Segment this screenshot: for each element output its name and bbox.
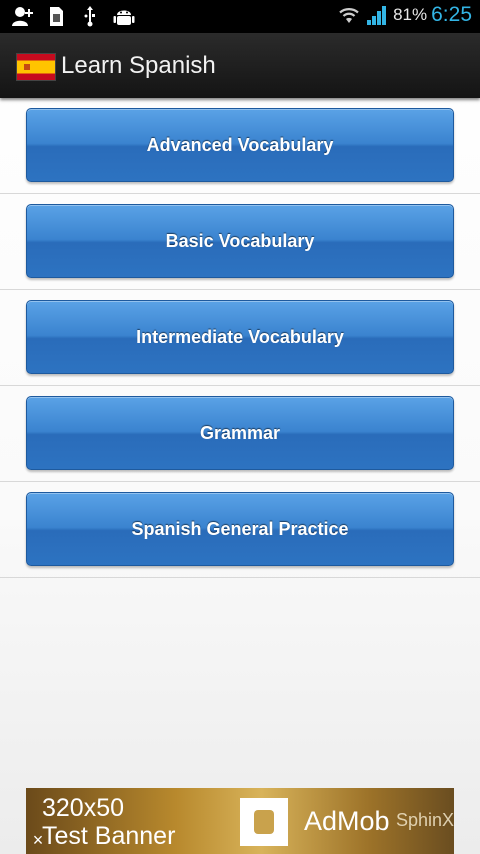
app-title: Learn Spanish [61,52,216,79]
cell-signal-icon [367,6,387,25]
usb-icon [84,6,95,27]
android-debug-icon [113,10,135,25]
battery-percent: 81% [393,5,428,24]
menu-list: Advanced Vocabulary Basic Vocabulary Int… [0,98,480,578]
advanced-vocabulary-button[interactable]: Advanced Vocabulary [26,108,454,182]
wifi-icon [339,8,359,23]
admob-logo-icon [240,798,288,846]
notification-icons [10,4,136,28]
ad-brand: AdMob [304,806,390,836]
list-item: Spanish General Practice [0,482,480,578]
grammar-button[interactable]: Grammar [26,396,454,470]
ad-size-text: 320x50 [42,794,125,822]
list-item: Intermediate Vocabulary [0,290,480,386]
action-bar: Learn Spanish [0,33,480,98]
list-item: Basic Vocabulary [0,194,480,290]
ad-extra-text: SphinX [396,810,454,830]
list-item: Advanced Vocabulary [0,98,480,194]
list-item: Grammar [0,386,480,482]
basic-vocabulary-button[interactable]: Basic Vocabulary [26,204,454,278]
ad-banner[interactable]: 320x50 Test Banner × AdMob SphinX [26,788,454,854]
system-icons: 81% 6:25 [337,3,472,27]
spanish-general-practice-button[interactable]: Spanish General Practice [26,492,454,566]
spain-flag-icon[interactable] [16,53,56,81]
sim-card-icon [50,7,63,26]
ad-test-text: Test Banner [42,822,176,850]
clock: 6:25 [431,3,472,26]
intermediate-vocabulary-button[interactable]: Intermediate Vocabulary [26,300,454,374]
close-icon[interactable]: × [28,830,48,850]
status-bar: 81% 6:25 [0,0,480,33]
add-contact-icon [12,7,33,26]
